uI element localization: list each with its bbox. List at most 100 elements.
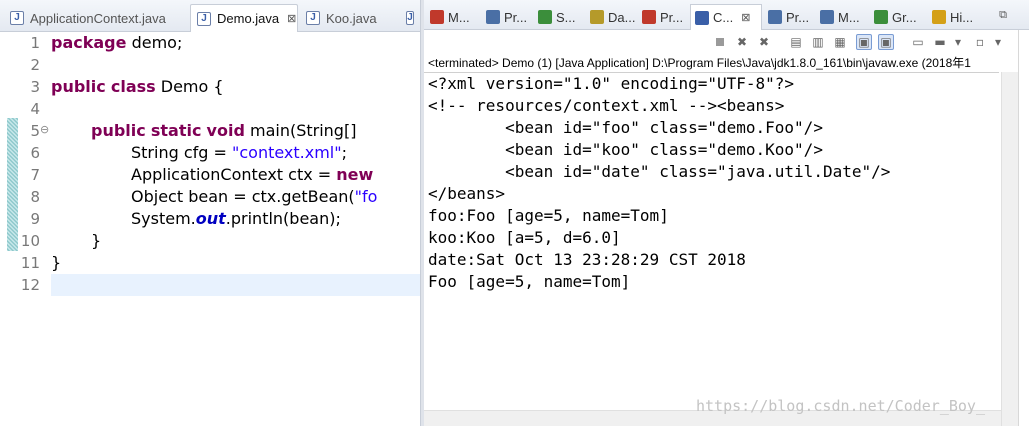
- console-toolbar: ✖ ✖ ▤ ▥ ▦ ▣ ▣ ▭ ▬ ▾ ▫ ▾: [424, 30, 1029, 54]
- console-line: <bean id="foo" class="demo.Foo"/>: [428, 118, 823, 137]
- console-line: <bean id="date" class="java.util.Date"/>: [428, 162, 891, 181]
- side-panel-edge: [1018, 30, 1029, 426]
- tab-console[interactable]: C... ⊠: [690, 4, 762, 30]
- launch-status-label: <terminated> Demo (1) [Java Application]…: [428, 56, 971, 70]
- code-editor[interactable]: J ApplicationContext.java J Demo.java ⊠ …: [0, 0, 420, 426]
- code-line-5: public static void main(String[]: [91, 120, 356, 142]
- code-text: Demo {: [155, 77, 224, 96]
- console-line: koo:Koo [a=5, d=6.0]: [428, 228, 621, 247]
- tab-maven[interactable]: M...: [816, 4, 870, 30]
- watermark-text: https://blog.csdn.net/Coder_Boy_: [696, 397, 985, 415]
- tab-gradle[interactable]: Gr...: [870, 4, 926, 30]
- close-icon[interactable]: ⊠: [287, 12, 296, 25]
- tab-label: Da...: [608, 9, 636, 25]
- code-text: String cfg =: [131, 143, 232, 162]
- line-number: 5: [30, 122, 40, 140]
- tab-label: S...: [556, 9, 576, 25]
- static-field: out: [195, 209, 226, 228]
- clear-console-icon[interactable]: ▤: [788, 34, 804, 50]
- line-number: 4: [30, 100, 40, 118]
- code-line-9: System.out.println(bean);: [131, 208, 341, 230]
- tab-progress[interactable]: Pr...: [764, 4, 816, 30]
- show-on-output-icon[interactable]: ▣: [856, 34, 872, 50]
- keyword: void: [206, 121, 245, 140]
- code-line-8: Object bean = ctx.getBean("fo: [131, 186, 377, 208]
- maven-icon: [820, 10, 834, 24]
- gradle-icon: [874, 10, 888, 24]
- console-output[interactable]: <?xml version="1.0" encoding="UTF-8"?> <…: [424, 72, 999, 426]
- tab-problems[interactable]: Pr...: [638, 4, 690, 30]
- open-console-icon[interactable]: ▫: [972, 34, 988, 50]
- keyword: public: [51, 77, 106, 96]
- tab-demo-java[interactable]: J Demo.java ⊠: [190, 4, 298, 32]
- tab-label: Koo.java: [326, 10, 377, 26]
- console-line: </beans>: [428, 184, 506, 203]
- string-literal: "fo: [354, 187, 378, 206]
- tab-servers[interactable]: S...: [534, 4, 586, 30]
- tab-label: Hi...: [950, 9, 974, 25]
- console-line: Foo [age=5, name=Tom]: [428, 272, 631, 291]
- servers-icon: [538, 10, 552, 24]
- line-number: 10: [20, 232, 40, 250]
- keyword: package: [51, 33, 127, 52]
- tab-label: Demo.java: [217, 11, 280, 26]
- pin-console-icon[interactable]: ▭: [910, 34, 926, 50]
- code-text: Object bean = ctx.getBean(: [131, 187, 355, 206]
- line-number: 12: [20, 276, 40, 294]
- chevron-down-icon[interactable]: ▾: [950, 34, 966, 50]
- editor-tab-bar: J ApplicationContext.java J Demo.java ⊠ …: [0, 0, 420, 32]
- tab-label: ApplicationContext.java: [30, 10, 166, 26]
- show-on-error-icon[interactable]: ▣: [878, 34, 894, 50]
- tab-overflow[interactable]: J: [400, 4, 420, 32]
- code-text: main(String[]: [244, 121, 357, 140]
- fold-collapse-icon[interactable]: ⊖: [40, 123, 49, 136]
- chevron-down-icon[interactable]: ▾: [990, 34, 1006, 50]
- tab-properties[interactable]: Pr...: [482, 4, 534, 30]
- code-text: .println(bean);: [225, 209, 341, 228]
- line-number: 9: [30, 210, 40, 228]
- tab-data-source[interactable]: Da...: [586, 4, 638, 30]
- view-tab-bar: M... Pr... S... Da... Pr... C... ⊠ Pr... …: [424, 0, 1029, 30]
- code-line-10: }: [91, 231, 102, 250]
- line-number: 2: [30, 56, 40, 74]
- code-text: demo;: [126, 33, 183, 52]
- remove-launch-icon[interactable]: ✖: [734, 34, 750, 50]
- quick-diff-change-bar: [7, 118, 18, 251]
- tab-label: Pr...: [504, 9, 528, 25]
- data-source-icon: [590, 10, 604, 24]
- java-file-icon: J: [197, 11, 211, 26]
- word-wrap-icon[interactable]: ▦: [832, 34, 848, 50]
- close-icon[interactable]: ⊠: [741, 11, 750, 24]
- console-line: <?xml version="1.0" encoding="UTF-8"?>: [428, 74, 795, 93]
- markers-icon: [430, 10, 444, 24]
- progress-icon: [768, 10, 782, 24]
- tab-label: Pr...: [786, 9, 810, 25]
- scroll-lock-icon[interactable]: ▥: [810, 34, 826, 50]
- code-line-1: package demo;: [51, 32, 182, 54]
- terminate-icon[interactable]: [712, 34, 728, 50]
- java-file-icon: J: [10, 11, 24, 25]
- line-number: 8: [30, 188, 40, 206]
- code-text-area[interactable]: package demo; public class Demo { public…: [51, 32, 420, 426]
- string-literal: "context.xml": [232, 143, 342, 162]
- tab-label: Gr...: [892, 9, 917, 25]
- maximize-icon[interactable]: ⧉: [999, 8, 1007, 22]
- java-file-icon: J: [406, 11, 414, 25]
- tab-markers[interactable]: M...: [426, 4, 480, 30]
- console-view[interactable]: M... Pr... S... Da... Pr... C... ⊠ Pr... …: [424, 0, 1029, 426]
- vertical-scrollbar[interactable]: [1001, 72, 1018, 426]
- console-line: foo:Foo [age=5, name=Tom]: [428, 206, 669, 225]
- keyword: class: [110, 77, 156, 96]
- remove-all-terminated-icon[interactable]: ✖: [756, 34, 772, 50]
- tab-history[interactable]: Hi...: [928, 4, 976, 30]
- tab-application-context-java[interactable]: J ApplicationContext.java: [4, 4, 186, 32]
- display-selected-console-icon[interactable]: ▬: [932, 34, 948, 50]
- keyword: public: [91, 121, 146, 140]
- code-line-11: }: [51, 253, 62, 272]
- tab-label: Pr...: [660, 9, 684, 25]
- code-text: ApplicationContext ctx =: [131, 165, 337, 184]
- console-icon: [695, 10, 709, 25]
- tab-koo-java[interactable]: J Koo.java: [300, 4, 398, 32]
- java-file-icon: J: [306, 11, 320, 25]
- code-text: System.: [131, 209, 196, 228]
